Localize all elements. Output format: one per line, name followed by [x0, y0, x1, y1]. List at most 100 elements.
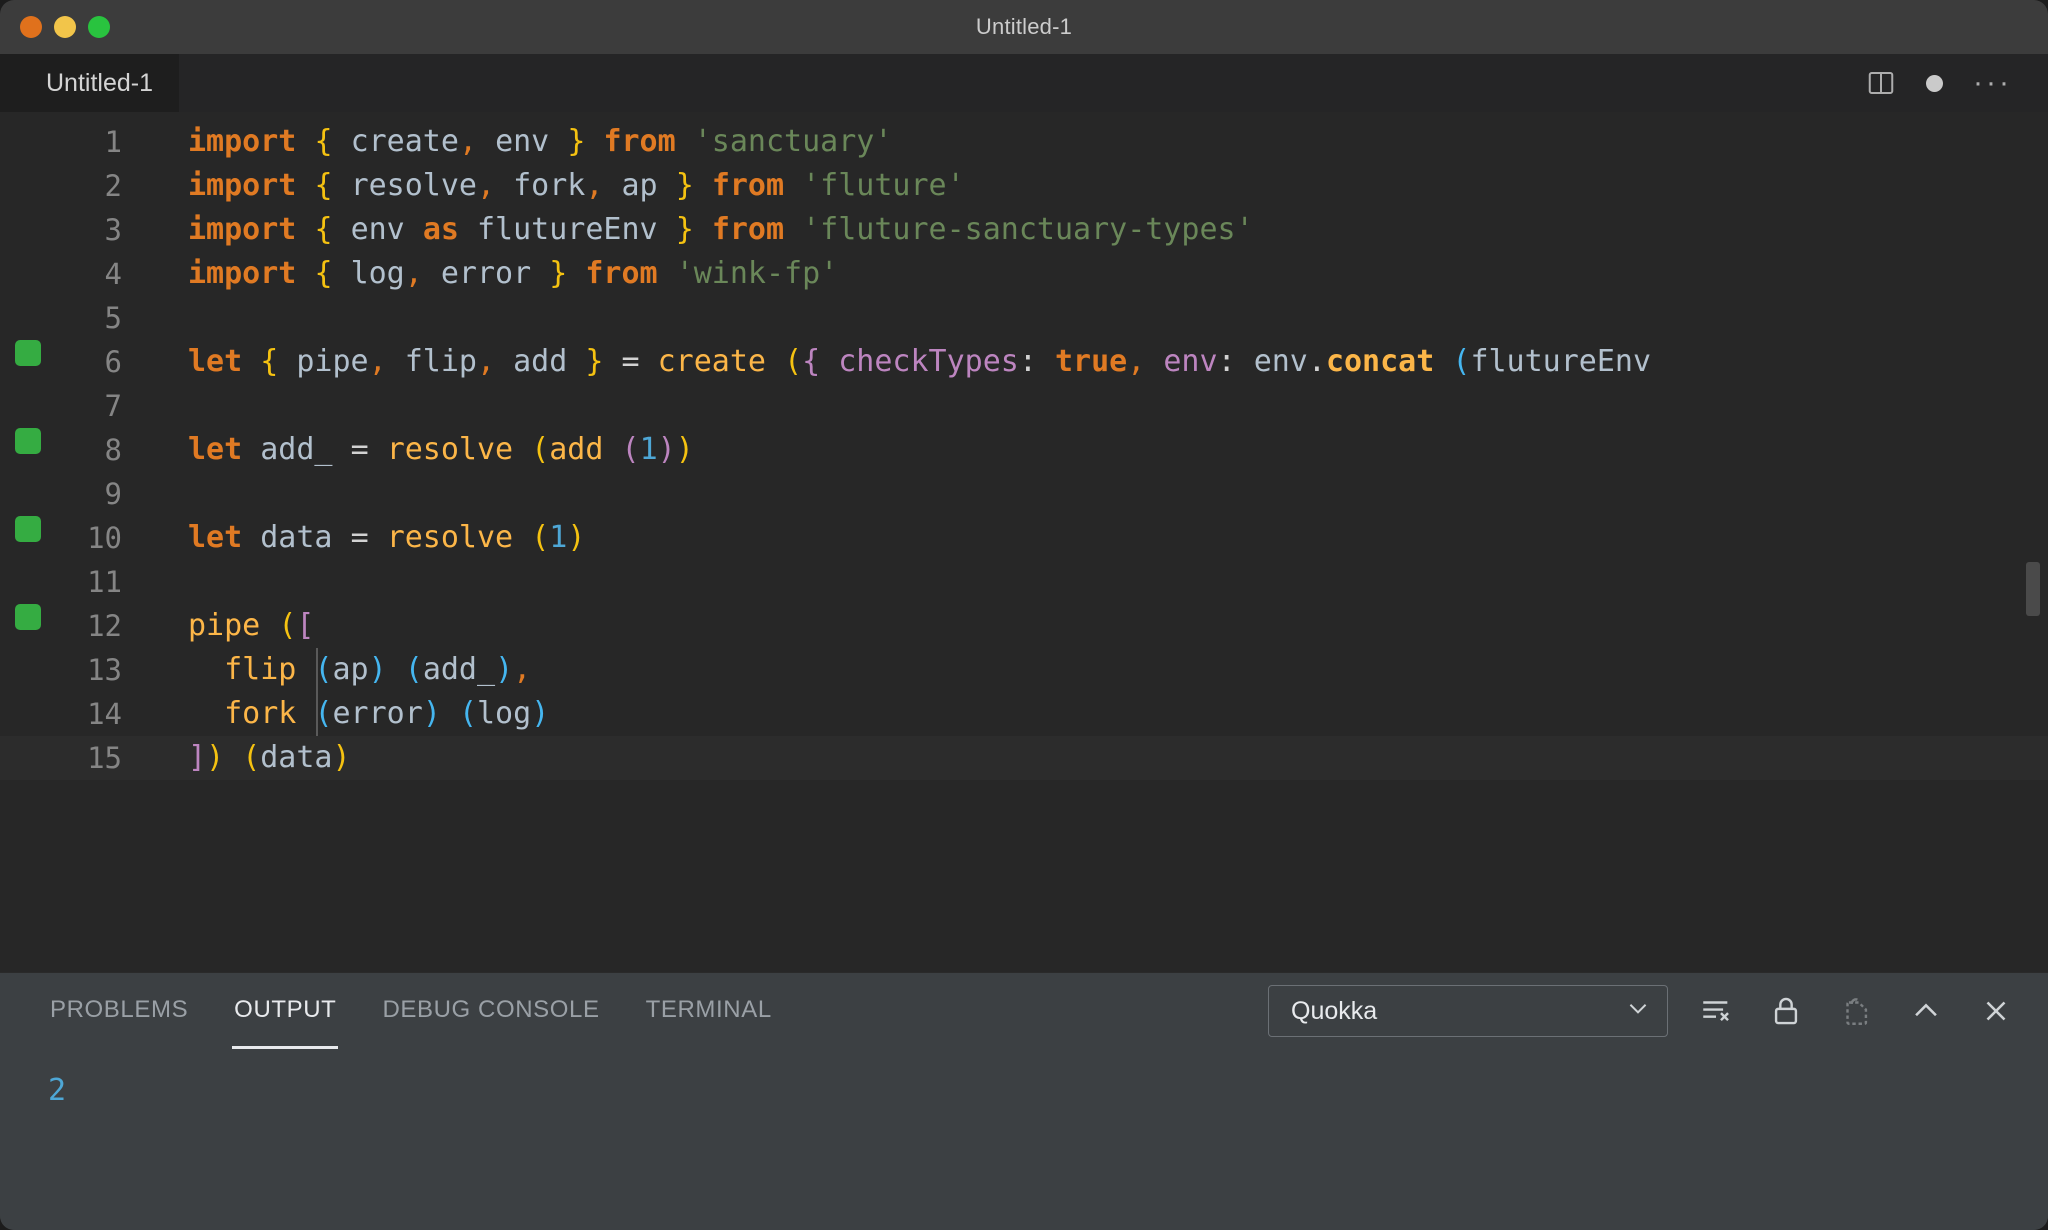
code-line[interactable]: 14 fork (error) (log) — [0, 692, 2048, 736]
code-token: , — [477, 168, 496, 203]
lock-scroll-icon[interactable] — [1764, 989, 1808, 1033]
panel-tab-debug-console[interactable]: DEBUG CONSOLE — [380, 973, 601, 1049]
code-token: : — [1018, 344, 1037, 379]
code-line[interactable]: 6 let { pipe, flip, add } = create ({ che… — [0, 340, 2048, 384]
clear-output-icon[interactable] — [1694, 989, 1738, 1033]
code-token: create — [350, 124, 459, 159]
code-token: pipe — [296, 344, 369, 379]
code-token: ( — [1452, 344, 1471, 379]
code-token: env — [495, 124, 550, 159]
code-token: add_ — [422, 652, 496, 687]
code-token: ) — [422, 696, 441, 731]
panel-tab-terminal[interactable]: TERMINAL — [644, 973, 774, 1049]
coverage-indicator-covered — [0, 516, 56, 542]
code-token: = — [350, 432, 369, 467]
code-text: ]) (data) — [128, 736, 351, 780]
close-window-button[interactable] — [20, 16, 42, 38]
code-token: data — [260, 520, 333, 555]
code-token: , — [477, 344, 496, 379]
code-text: let data = resolve (1) — [128, 516, 585, 560]
code-line[interactable]: 10 let data = resolve (1) — [0, 516, 2048, 560]
traffic-lights — [0, 16, 110, 38]
code-token: 'fluture' — [802, 168, 965, 203]
open-in-editor-icon[interactable] — [1834, 989, 1878, 1033]
code-token: flutureEnv — [477, 212, 658, 247]
code-token: add_ — [260, 432, 333, 467]
minimize-window-button[interactable] — [54, 16, 76, 38]
code-line[interactable]: 8 let add_ = resolve (add (1)) — [0, 428, 2048, 472]
code-token: resolve — [386, 432, 514, 467]
code-token: from — [603, 124, 676, 159]
code-token: pipe — [188, 608, 261, 643]
panel-tab-problems[interactable]: PROBLEMS — [48, 973, 190, 1049]
code-lines: 1 import { create, env } from 'sanctuary'… — [0, 120, 2048, 780]
code-token: true — [1055, 344, 1128, 379]
coverage-indicator-covered — [0, 428, 56, 454]
code-token: ( — [531, 520, 550, 555]
code-token: { — [314, 212, 333, 247]
code-token: let — [188, 344, 243, 379]
panel-tab-output[interactable]: OUTPUT — [232, 973, 339, 1049]
vscode-window: Untitled-1 Untitled-1 ··· 1 import { crea… — [0, 0, 2048, 1230]
code-token: from — [711, 168, 785, 203]
code-line[interactable]: 2 import { resolve, fork, ap } from 'flut… — [0, 164, 2048, 208]
editor-tab-untitled-1[interactable]: Untitled-1 — [0, 54, 179, 112]
code-line[interactable]: 3 import { env as flutureEnv } from 'flut… — [0, 208, 2048, 252]
code-line[interactable]: 13 flip (ap) (add_), — [0, 648, 2048, 692]
code-line[interactable]: 5 — [0, 296, 2048, 340]
code-token: { — [260, 344, 279, 379]
editor-scrollbar[interactable] — [2026, 562, 2040, 616]
line-number: 12 — [87, 609, 122, 643]
code-editor[interactable]: 1 import { create, env } from 'sanctuary'… — [0, 112, 2048, 972]
code-line[interactable]: 1 import { create, env } from 'sanctuary' — [0, 120, 2048, 164]
code-text: pipe ([ — [128, 604, 314, 648]
coverage-square-icon — [15, 604, 41, 630]
maximize-window-button[interactable] — [88, 16, 110, 38]
more-actions-icon[interactable]: ··· — [1973, 68, 2012, 98]
code-token: } — [675, 168, 694, 203]
unsaved-dot-icon[interactable] — [1926, 74, 1944, 92]
code-line[interactable]: 11 — [0, 560, 2048, 604]
coverage-square-icon — [15, 428, 41, 454]
code-token: ( — [531, 432, 550, 467]
close-panel-icon[interactable] — [1974, 989, 2018, 1033]
code-line[interactable]: 15]) (data) — [0, 736, 2048, 780]
code-token: ( — [242, 740, 261, 775]
code-token: , — [368, 344, 387, 379]
chevron-down-icon — [1625, 995, 1651, 1027]
line-number: 8 — [104, 433, 122, 467]
code-token: 'sanctuary' — [693, 124, 893, 159]
coverage-square-icon — [15, 516, 41, 542]
output-channel-value: Quokka — [1291, 996, 1378, 1025]
code-line[interactable]: 12 pipe ([ — [0, 604, 2048, 648]
code-token: } — [675, 212, 694, 247]
line-number: 9 — [104, 477, 122, 511]
code-line[interactable]: 7 — [0, 384, 2048, 428]
code-token: add — [549, 432, 604, 467]
code-line[interactable]: 4 import { log, error } from 'wink-fp' — [0, 252, 2048, 296]
code-line[interactable]: 9 — [0, 472, 2048, 516]
code-token: = — [350, 520, 369, 555]
code-text: import { log, error } from 'wink-fp' — [128, 252, 838, 296]
maximize-panel-icon[interactable] — [1904, 989, 1948, 1033]
code-token: { — [314, 256, 333, 291]
code-token: , — [458, 124, 477, 159]
line-number: 10 — [87, 521, 122, 555]
output-channel-select[interactable]: Quokka — [1268, 985, 1668, 1037]
split-editor-icon[interactable] — [1866, 68, 1896, 98]
